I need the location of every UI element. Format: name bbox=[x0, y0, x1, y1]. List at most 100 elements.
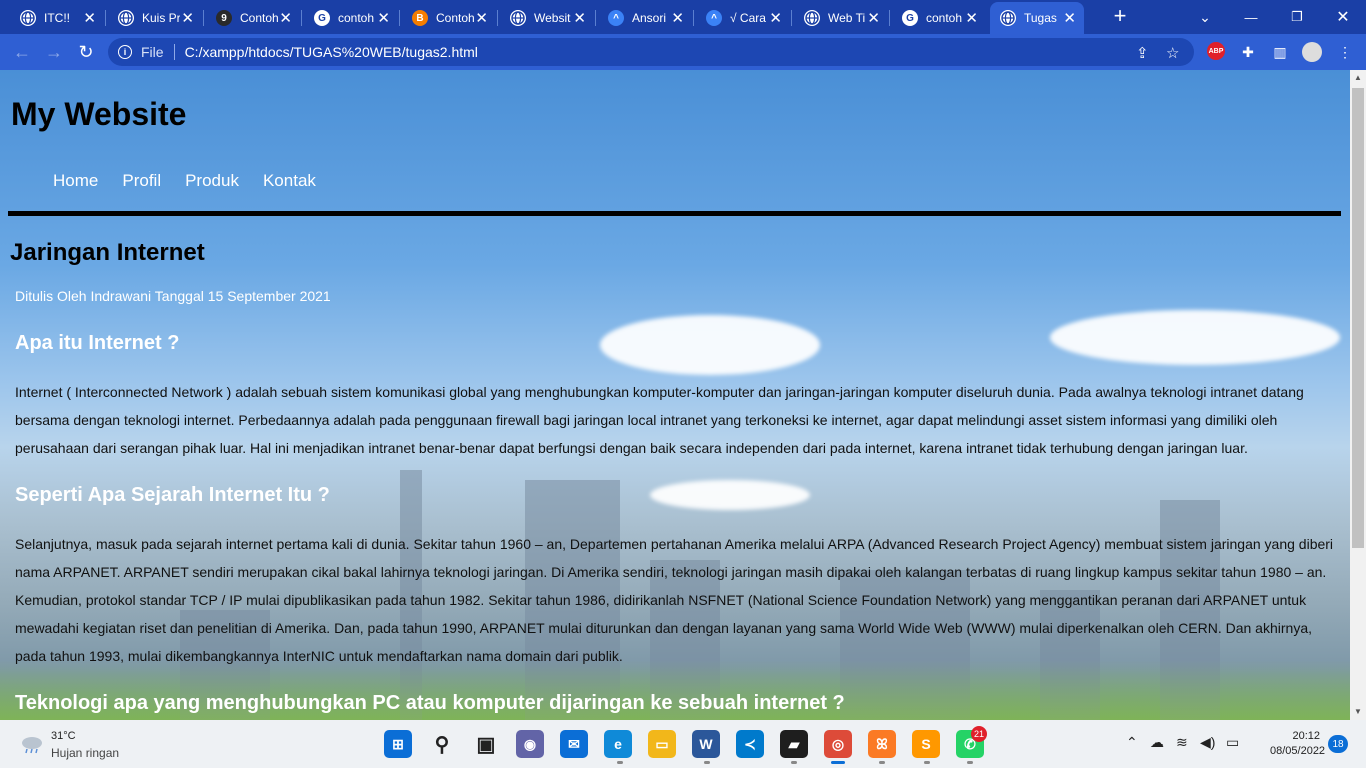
adblock-plus-icon[interactable]: ABP bbox=[1207, 42, 1225, 60]
browser-tab[interactable]: 9 Contoh ✕ bbox=[206, 2, 300, 34]
tab-search-icon[interactable]: ⌄ bbox=[1182, 0, 1228, 34]
tab-separator bbox=[399, 10, 400, 26]
section-paragraph: Internet ( Interconnected Network ) adal… bbox=[15, 384, 1304, 456]
close-tab-icon[interactable]: ✕ bbox=[867, 11, 880, 26]
profile-avatar[interactable] bbox=[1302, 42, 1322, 62]
page-viewport: My Website Home Profil Produk Kontak Jar… bbox=[0, 70, 1350, 720]
page-scrollbar[interactable]: ▲ ▼ bbox=[1350, 70, 1366, 720]
globe-icon bbox=[1000, 10, 1016, 26]
battery-icon[interactable]: ▭ bbox=[1226, 734, 1239, 751]
tab-strip: ITC!! ✕ Kuis Pr ✕ 9 Contoh ✕ Gcontoh ✕ B Contoh ✕ We… bbox=[0, 0, 1366, 34]
wifi-icon[interactable]: ≋ bbox=[1176, 734, 1188, 751]
forward-button[interactable]: → bbox=[42, 40, 66, 64]
close-tab-icon[interactable]: ✕ bbox=[279, 11, 292, 26]
taskbar-clock[interactable]: 20:12 08/05/2022 bbox=[1270, 729, 1325, 759]
close-tab-icon[interactable]: ✕ bbox=[769, 11, 782, 26]
mail-icon[interactable]: ✉ bbox=[560, 730, 588, 758]
taskbar: 31°C Hujan ringan ⊞ ⚲ ▣ ◉ ✉ e ▭ W ≺ ▰ ◎ ꕤ S ✆ 21 ⌃ ☁ … bbox=[0, 720, 1366, 768]
blogger-icon: B bbox=[412, 10, 428, 26]
nav-link-produk[interactable]: Produk bbox=[185, 171, 239, 191]
edge-icon[interactable]: e bbox=[604, 730, 632, 758]
back-button[interactable]: ← bbox=[10, 40, 34, 64]
start-button[interactable]: ⊞ bbox=[384, 730, 412, 758]
close-tab-icon[interactable]: ✕ bbox=[671, 11, 684, 26]
browser-tab[interactable]: Tugas ✕ bbox=[990, 2, 1084, 34]
word-icon[interactable]: W bbox=[692, 730, 720, 758]
running-indicator bbox=[704, 761, 710, 764]
site-icon: ^ bbox=[608, 10, 624, 26]
browser-tab[interactable]: Web Ti ✕ bbox=[794, 2, 888, 34]
globe-icon bbox=[510, 10, 526, 26]
browser-tab[interactable]: ITC!! ✕ bbox=[10, 2, 104, 34]
side-panel-icon[interactable]: ▥ bbox=[1270, 42, 1290, 62]
close-tab-icon[interactable]: ✕ bbox=[573, 11, 586, 26]
show-hidden-icons-chevron-icon[interactable]: ⌃ bbox=[1126, 734, 1138, 751]
section-heading: Seperti Apa Sejarah Internet Itu ? bbox=[15, 484, 330, 506]
globe-icon bbox=[20, 10, 36, 26]
article-title: Jaringan Internet bbox=[10, 239, 205, 266]
close-tab-icon[interactable]: ✕ bbox=[475, 11, 488, 26]
vscode-icon[interactable]: ≺ bbox=[736, 730, 764, 758]
bookmark-star-icon[interactable]: ☆ bbox=[1166, 44, 1179, 62]
notification-count-badge[interactable]: 18 bbox=[1328, 735, 1348, 753]
chrome-active-indicator bbox=[831, 761, 845, 764]
browser-tab[interactable]: Gcontoh ✕ bbox=[892, 2, 986, 34]
browser-tab[interactable]: Kuis Pr ✕ bbox=[108, 2, 202, 34]
close-tab-icon[interactable]: ✕ bbox=[83, 11, 96, 26]
site-title: My Website bbox=[11, 96, 187, 132]
address-url[interactable]: C:/xampp/htdocs/TUGAS%20WEB/tugas2.html bbox=[185, 44, 478, 60]
scroll-down-arrow-icon[interactable]: ▼ bbox=[1350, 704, 1366, 720]
teams-chat-icon[interactable]: ◉ bbox=[516, 730, 544, 758]
close-window-button[interactable]: ✕ bbox=[1320, 0, 1366, 34]
browser-tab[interactable]: Websit ✕ bbox=[500, 2, 594, 34]
running-indicator bbox=[879, 761, 885, 764]
volume-icon[interactable]: ◀) bbox=[1200, 734, 1215, 751]
maximize-button[interactable]: ❐ bbox=[1274, 0, 1320, 34]
site-info-icon[interactable]: i bbox=[118, 45, 132, 59]
task-view-icon[interactable]: ▣ bbox=[472, 730, 500, 758]
section-heading: Apa itu Internet ? bbox=[15, 332, 180, 354]
scrollbar-thumb[interactable] bbox=[1352, 88, 1364, 548]
nav-link-home[interactable]: Home bbox=[53, 171, 98, 191]
tab-title: Contoh bbox=[240, 11, 278, 25]
search-icon[interactable]: ⚲ bbox=[428, 730, 456, 758]
nav-link-profil[interactable]: Profil bbox=[122, 171, 161, 191]
minimize-button[interactable]: — bbox=[1228, 0, 1274, 34]
close-tab-icon[interactable]: ✕ bbox=[1063, 11, 1076, 26]
file-explorer-icon[interactable]: ▭ bbox=[648, 730, 676, 758]
onedrive-cloud-icon[interactable]: ☁ bbox=[1150, 734, 1164, 751]
weather-description[interactable]: Hujan ringan bbox=[51, 746, 119, 760]
reload-button[interactable]: ↻ bbox=[74, 40, 98, 64]
address-bar[interactable]: i File C:/xampp/htdocs/TUGAS%20WEB/tugas… bbox=[108, 38, 1194, 66]
tab-separator bbox=[105, 10, 106, 26]
weather-cloud-rain-icon[interactable] bbox=[20, 734, 44, 754]
globe-icon bbox=[804, 10, 820, 26]
extensions-icon[interactable]: ✚ bbox=[1238, 42, 1258, 62]
tab-title: Websit bbox=[534, 11, 571, 25]
weather-temperature[interactable]: 31°C bbox=[51, 730, 76, 742]
close-tab-icon[interactable]: ✕ bbox=[965, 11, 978, 26]
browser-tab[interactable]: Gcontoh ✕ bbox=[304, 2, 398, 34]
close-tab-icon[interactable]: ✕ bbox=[377, 11, 390, 26]
tab-title: Tugas bbox=[1024, 11, 1057, 25]
scroll-up-arrow-icon[interactable]: ▲ bbox=[1350, 70, 1366, 86]
menu-icon[interactable]: ⋮ bbox=[1335, 42, 1355, 62]
browser-tab[interactable]: ^ Ansori ✕ bbox=[598, 2, 692, 34]
close-tab-icon[interactable]: ✕ bbox=[181, 11, 194, 26]
xampp-icon[interactable]: ꕤ bbox=[868, 730, 896, 758]
globe-icon bbox=[118, 10, 134, 26]
g9-icon: 9 bbox=[216, 10, 232, 26]
sticky-notes-icon[interactable]: ▰ bbox=[780, 730, 808, 758]
sublime-icon[interactable]: S bbox=[912, 730, 940, 758]
tab-separator bbox=[595, 10, 596, 26]
new-tab-button[interactable]: + bbox=[1108, 4, 1132, 28]
nav-link-kontak[interactable]: Kontak bbox=[263, 171, 316, 191]
chrome-icon[interactable]: ◎ bbox=[824, 730, 852, 758]
tab-separator bbox=[497, 10, 498, 26]
browser-tab[interactable]: B Contoh ✕ bbox=[402, 2, 496, 34]
address-scheme-label: File bbox=[141, 44, 164, 60]
running-indicator bbox=[617, 761, 623, 764]
share-icon[interactable]: ⇪ bbox=[1136, 44, 1149, 62]
section-heading: Teknologi apa yang menghubungkan PC atau… bbox=[15, 692, 845, 714]
browser-tab[interactable]: ^ √ Cara ✕ bbox=[696, 2, 790, 34]
